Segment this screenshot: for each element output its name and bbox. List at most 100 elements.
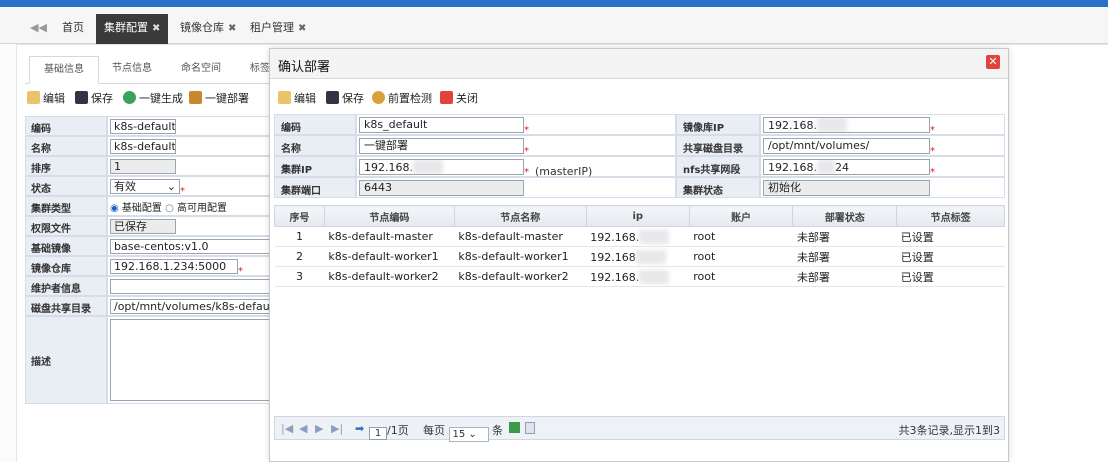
tab-home[interactable]: 首页 (54, 14, 92, 44)
button-label: 前置检测 (388, 92, 432, 105)
close-icon[interactable]: ✖ (298, 23, 306, 34)
maintainer-field[interactable] (110, 279, 280, 294)
share-dir-field[interactable]: /opt/mnt/volumes/ (763, 138, 930, 154)
name-field[interactable]: k8s-default (110, 139, 176, 154)
field-value: 192.168. (768, 119, 817, 132)
code-field[interactable]: k8s-default (110, 119, 176, 134)
column-header[interactable]: 部署状态 (792, 205, 898, 227)
field-label: 镜像仓库 (25, 256, 107, 276)
column-header[interactable]: 节点标签 (896, 205, 1005, 227)
generate-button[interactable]: 一键生成 (123, 90, 183, 106)
radio-label: 高可用配置 (177, 203, 228, 214)
page-indicator: 1/1页 (369, 422, 409, 440)
tab-tenant-management[interactable]: 租户管理 ✖ (242, 14, 314, 44)
ip-text: 192.168. (590, 270, 640, 284)
button-label: 一键生成 (139, 92, 183, 105)
code-field[interactable]: k8s_default (359, 117, 524, 133)
tab-label: 首页 (62, 21, 84, 34)
node-name: k8s-default-master (454, 226, 587, 247)
save-button[interactable]: 保存 (326, 90, 364, 106)
disk-share-field[interactable]: /opt/mnt/volumes/k8s-default/ (110, 299, 280, 314)
page-input[interactable]: 1 (369, 427, 387, 440)
save-button[interactable]: 保存 (75, 90, 113, 106)
field-label: 维护者信息 (25, 276, 107, 296)
node-code: k8s-default-master (324, 226, 455, 247)
radio-label: 基础配置 (121, 203, 162, 214)
cluster-port-field[interactable]: 6443 (359, 180, 524, 196)
column-header[interactable]: 序号 (274, 205, 325, 227)
precheck-button[interactable]: 前置检测 (372, 90, 432, 106)
close-icon[interactable]: ✕ (986, 55, 1000, 69)
tab-image-registry[interactable]: 镜像仓库 ✖ (172, 14, 244, 44)
close-icon[interactable]: ✖ (228, 23, 236, 34)
go-page-icon[interactable]: ➡ (355, 422, 364, 435)
select-value: 有效 (114, 180, 136, 193)
nfs-segment-field[interactable]: 192.168. 24 (763, 159, 930, 175)
next-page-icon[interactable]: ▶ (315, 422, 323, 435)
column-header[interactable]: 账户 (688, 205, 794, 227)
tab-label: 集群配置 (104, 21, 148, 34)
order-field[interactable]: 1 (110, 159, 176, 174)
tab-cluster-config[interactable]: 集群配置 ✖ (96, 14, 169, 44)
records-summary: 共3条记录,显示1到3 (898, 424, 1001, 437)
pagination-bar: |◀ ◀ ▶ ▶| ➡ 1/1页 每页 15 ⌄ 条 共3条记录,显示1到3 (274, 416, 1005, 442)
table-row[interactable]: 1 k8s-default-master k8s-default-master … (274, 226, 1005, 247)
radio-basic[interactable]: ◉ (110, 203, 119, 214)
field-label: 共享磁盘目录 (676, 135, 760, 156)
row-number: 1 (274, 226, 325, 247)
column-header[interactable]: 节点名称 (453, 205, 587, 227)
repo-ip-field[interactable]: 192.168. (763, 117, 930, 133)
node-ip: 192.168. (586, 226, 690, 247)
field-label: 集群端口 (274, 177, 356, 198)
field-label: 状态 (25, 176, 107, 196)
chevron-down-icon: ⌄ (468, 429, 477, 440)
base-image-field[interactable]: base-centos:v1.0 (110, 239, 280, 254)
form-row-description: 描述 (25, 316, 285, 404)
cluster-state-field[interactable]: 初始化 (763, 180, 930, 196)
tab-label: 镜像仓库 (180, 21, 224, 34)
field-value: 24 (834, 161, 849, 174)
node-ip: 192.168 (586, 246, 690, 267)
form-row-type: 集群类型 ◉ 基础配置 ○ 高可用配置 (25, 196, 285, 216)
repo-select[interactable]: 192.168.1.234:5000⌄ (110, 259, 238, 274)
last-page-icon[interactable]: ▶| (331, 422, 343, 435)
field-label: 编码 (274, 114, 356, 135)
button-label: 编辑 (294, 92, 316, 105)
name-field[interactable]: 一键部署 (359, 138, 524, 154)
chevron-down-icon: ⌄ (166, 180, 176, 193)
table-row[interactable]: 2 k8s-default-worker1 k8s-default-worker… (274, 246, 1005, 267)
close-icon[interactable]: ✖ (152, 23, 160, 34)
permission-field[interactable]: 已保存 (110, 219, 176, 234)
table-row[interactable]: 3 k8s-default-worker2 k8s-default-worker… (274, 266, 1005, 287)
cluster-ip-field[interactable]: 192.168. (359, 159, 524, 175)
per-page-select[interactable]: 15 ⌄ (448, 427, 489, 442)
node-ip: 192.168. (586, 266, 690, 287)
export-excel-icon[interactable] (509, 422, 520, 433)
ip-text: 192.168. (590, 230, 640, 244)
close-button[interactable]: 关闭 (440, 90, 478, 106)
tab-basic-info[interactable]: 基础信息 (29, 56, 99, 84)
tab-node-info[interactable]: 节点信息 (98, 56, 166, 84)
node-account: root (689, 266, 793, 287)
button-label: 编辑 (43, 92, 65, 105)
field-label: 名称 (274, 135, 356, 156)
status-select[interactable]: 有效 ⌄ (110, 179, 180, 194)
document-icon[interactable] (525, 422, 535, 434)
edit-button[interactable]: 编辑 (27, 90, 65, 106)
redaction-blur (816, 118, 847, 132)
column-header[interactable]: 节点编码 (323, 205, 455, 227)
tab-label: 租户管理 (250, 21, 294, 34)
collapse-icon[interactable]: ◀◀ (22, 14, 55, 44)
button-label: 关闭 (456, 92, 478, 105)
first-page-icon[interactable]: |◀ (281, 422, 293, 435)
column-header[interactable]: ip (585, 205, 690, 227)
edit-button[interactable]: 编辑 (278, 90, 316, 106)
form-row-repo: 镜像仓库192.168.1.234:5000⌄* (25, 256, 285, 277)
node-account: root (689, 246, 793, 267)
deploy-button[interactable]: 一键部署 (189, 90, 249, 106)
radio-ha[interactable]: ○ (165, 203, 174, 214)
tab-namespace[interactable]: 命名空间 (167, 56, 235, 84)
description-field[interactable] (110, 319, 280, 401)
prev-page-icon[interactable]: ◀ (299, 422, 307, 435)
field-label: 名称 (25, 136, 107, 156)
